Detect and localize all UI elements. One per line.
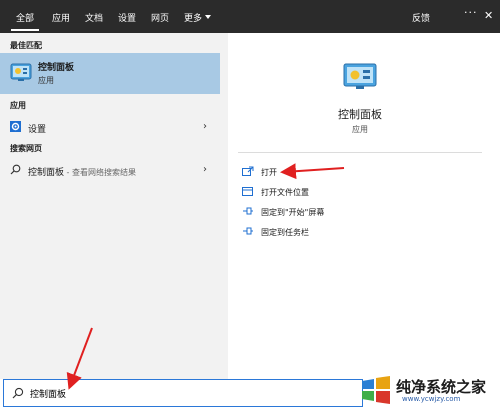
preview-panel: 控制面板 应用 打开 打开文件位置 固定到"开始"屏幕 固定到任务栏 <box>228 42 492 379</box>
watermark: 纯净系统之家 www.ycwjzy.com <box>356 372 500 408</box>
chevron-down-icon[interactable] <box>205 15 211 19</box>
tab-web[interactable]: 网页 <box>151 11 169 24</box>
watermark-title: 纯净系统之家 <box>396 378 487 396</box>
more-options-icon[interactable]: ··· <box>464 6 478 19</box>
app-result-label: 设置 <box>28 125 47 135</box>
tab-settings[interactable]: 设置 <box>118 11 136 24</box>
watermark-url: www.ycwjzy.com <box>402 395 461 403</box>
close-icon[interactable]: ✕ <box>484 9 493 22</box>
app-result-settings[interactable]: 设置 › <box>0 117 220 137</box>
active-tab-indicator <box>11 29 39 31</box>
web-search-heading: 搜索网页 <box>10 144 42 153</box>
best-match-title: 控制面板 <box>38 63 75 73</box>
search-box[interactable] <box>3 379 363 407</box>
best-match-heading: 最佳匹配 <box>10 41 42 50</box>
feedback-button[interactable]: 反馈 <box>412 11 430 24</box>
best-match-item[interactable]: 控制面板 应用 <box>0 53 220 94</box>
web-result-item[interactable]: 控制面板 - 查看网络搜索结果 › <box>0 160 220 180</box>
results-panel: 最佳匹配 控制面板 应用 应用 设置 › 搜索网页 控制面板 - 查看网络搜索结… <box>0 33 228 379</box>
action-label: 打开 <box>261 168 277 177</box>
preview-subtitle: 应用 <box>352 125 368 134</box>
gear-icon <box>10 121 21 132</box>
chevron-right-icon[interactable]: › <box>203 164 207 175</box>
web-result-suffix: - 查看网络搜索结果 <box>64 168 136 177</box>
tab-all[interactable]: 全部 <box>16 11 34 24</box>
open-icon <box>242 166 254 176</box>
search-icon <box>10 164 21 175</box>
tab-more[interactable]: 更多 <box>184 11 202 24</box>
control-panel-icon <box>343 63 377 89</box>
chevron-right-icon[interactable]: › <box>203 121 207 132</box>
action-label: 固定到"开始"屏幕 <box>261 208 325 217</box>
web-result-label: 控制面板 - 查看网络搜索结果 <box>28 165 136 178</box>
search-icon <box>12 387 24 399</box>
control-panel-icon <box>10 63 32 81</box>
action-label: 打开文件位置 <box>261 188 309 197</box>
tab-apps[interactable]: 应用 <box>52 11 70 24</box>
action-label: 固定到任务栏 <box>261 228 309 237</box>
best-match-subtitle: 应用 <box>38 76 54 85</box>
folder-location-icon <box>242 187 253 196</box>
apps-heading: 应用 <box>10 101 26 110</box>
search-input[interactable] <box>30 386 230 400</box>
tab-documents[interactable]: 文档 <box>85 11 103 24</box>
divider <box>238 152 482 153</box>
pin-icon <box>243 207 253 215</box>
windows-logo-icon <box>362 376 390 404</box>
search-scope-bar: 全部 应用 文档 设置 网页 更多 反馈 ··· ✕ <box>0 0 500 33</box>
web-result-query: 控制面板 <box>28 168 65 178</box>
pin-icon <box>243 227 253 235</box>
preview-title: 控制面板 <box>338 108 382 121</box>
panel-gap <box>220 33 228 379</box>
